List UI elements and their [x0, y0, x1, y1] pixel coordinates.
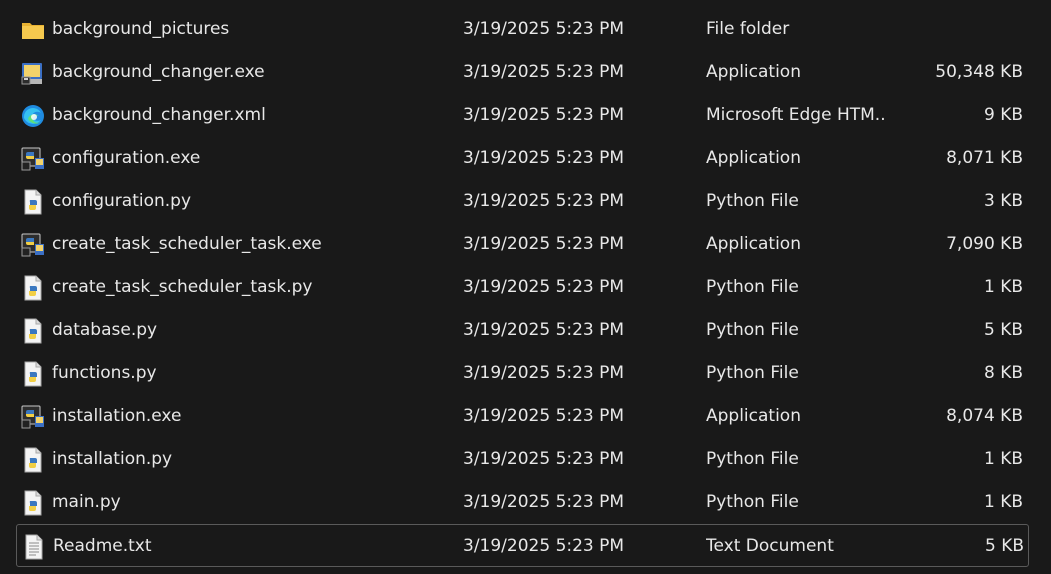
file-name-cell[interactable]: Readme.txt: [20, 525, 440, 568]
python-file-icon: [19, 446, 47, 474]
file-name: configuration.py: [52, 191, 192, 211]
file-name-cell[interactable]: installation.py: [19, 438, 439, 481]
file-row[interactable]: functions.py 3/19/2025 5:23 PM Python Fi…: [0, 352, 1051, 395]
file-name: create_task_scheduler_task.py: [52, 277, 313, 297]
date-modified: 3/19/2025 5:23 PM: [463, 62, 625, 82]
file-name: database.py: [52, 320, 158, 340]
file-row[interactable]: configuration.exe 3/19/2025 5:23 PM Appl…: [0, 137, 1051, 180]
file-type: Application: [706, 62, 801, 82]
file-name: functions.py: [52, 363, 157, 383]
file-size: 1 KB: [983, 492, 1023, 512]
date-modified: 3/19/2025 5:23 PM: [463, 277, 625, 297]
python-exe-icon: [19, 145, 47, 173]
file-size: 1 KB: [983, 277, 1023, 297]
file-type: Python File: [706, 449, 799, 469]
file-size: 8,071 KB: [946, 148, 1023, 168]
python-file-icon: [19, 274, 47, 302]
file-name-cell[interactable]: background_pictures: [19, 8, 439, 51]
file-type: Python File: [706, 191, 799, 211]
file-row[interactable]: background_changer.xml 3/19/2025 5:23 PM…: [0, 94, 1051, 137]
file-name-cell[interactable]: create_task_scheduler_task.py: [19, 266, 439, 309]
file-size: 5 KB: [984, 536, 1024, 556]
date-modified: 3/19/2025 5:23 PM: [463, 105, 625, 125]
file-row[interactable]: installation.py 3/19/2025 5:23 PM Python…: [0, 438, 1051, 481]
file-row[interactable]: background_pictures 3/19/2025 5:23 PM Fi…: [0, 8, 1051, 51]
file-name: background_changer.xml: [52, 105, 266, 125]
date-modified: 3/19/2025 5:23 PM: [463, 363, 625, 383]
file-size: 7,090 KB: [946, 234, 1023, 254]
file-row[interactable]: configuration.py 3/19/2025 5:23 PM Pytho…: [0, 180, 1051, 223]
python-file-icon: [19, 188, 47, 216]
text-file-icon: [20, 533, 48, 561]
file-size: 8,074 KB: [946, 406, 1023, 426]
date-modified: 3/19/2025 5:23 PM: [463, 148, 625, 168]
file-name: installation.py: [52, 449, 173, 469]
edge-icon: [19, 102, 47, 130]
date-modified: 3/19/2025 5:23 PM: [463, 191, 625, 211]
file-type: Text Document: [706, 536, 834, 556]
file-row[interactable]: Readme.txt 3/19/2025 5:23 PM Text Docume…: [16, 524, 1029, 567]
file-name: background_pictures: [52, 19, 230, 39]
file-name-cell[interactable]: database.py: [19, 309, 439, 352]
file-name: main.py: [52, 492, 121, 512]
file-name-cell[interactable]: functions.py: [19, 352, 439, 395]
python-exe-icon: [19, 403, 47, 431]
file-type: File folder: [706, 19, 790, 39]
date-modified: 3/19/2025 5:23 PM: [463, 19, 625, 39]
file-type: Microsoft Edge HTM...: [706, 105, 886, 125]
folder-icon: [19, 16, 47, 44]
file-name-cell[interactable]: configuration.exe: [19, 137, 439, 180]
file-type: Python File: [706, 363, 799, 383]
file-list: background_pictures 3/19/2025 5:23 PM Fi…: [0, 8, 1051, 567]
file-row[interactable]: create_task_scheduler_task.exe 3/19/2025…: [0, 223, 1051, 266]
date-modified: 3/19/2025 5:23 PM: [463, 449, 625, 469]
file-type: Application: [706, 148, 801, 168]
file-type: Python File: [706, 320, 799, 340]
python-file-icon: [19, 489, 47, 517]
file-name: installation.exe: [52, 406, 182, 426]
file-size: 50,348 KB: [935, 62, 1023, 82]
date-modified: 3/19/2025 5:23 PM: [463, 234, 625, 254]
file-row[interactable]: installation.exe 3/19/2025 5:23 PM Appli…: [0, 395, 1051, 438]
date-modified: 3/19/2025 5:23 PM: [463, 492, 625, 512]
file-name-cell[interactable]: configuration.py: [19, 180, 439, 223]
file-row[interactable]: background_changer.exe 3/19/2025 5:23 PM…: [0, 51, 1051, 94]
python-file-icon: [19, 360, 47, 388]
file-row[interactable]: create_task_scheduler_task.py 3/19/2025 …: [0, 266, 1051, 309]
file-type: Python File: [706, 492, 799, 512]
file-type: Application: [706, 406, 801, 426]
date-modified: 3/19/2025 5:23 PM: [463, 536, 625, 556]
file-name-cell[interactable]: main.py: [19, 481, 439, 524]
app-exe-icon: [19, 59, 47, 87]
file-size: 5 KB: [983, 320, 1023, 340]
date-modified: 3/19/2025 5:23 PM: [463, 320, 625, 340]
file-type: Python File: [706, 277, 799, 297]
file-row[interactable]: main.py 3/19/2025 5:23 PM Python File 1 …: [0, 481, 1051, 524]
date-modified: 3/19/2025 5:23 PM: [463, 406, 625, 426]
file-size: 3 KB: [983, 191, 1023, 211]
file-size: 9 KB: [983, 105, 1023, 125]
file-name: Readme.txt: [53, 536, 152, 556]
file-name: create_task_scheduler_task.exe: [52, 234, 322, 254]
python-exe-icon: [19, 231, 47, 259]
python-file-icon: [19, 317, 47, 345]
file-name: background_changer.exe: [52, 62, 265, 82]
file-name-cell[interactable]: create_task_scheduler_task.exe: [19, 223, 439, 266]
file-name-cell[interactable]: background_changer.exe: [19, 51, 439, 94]
file-row[interactable]: database.py 3/19/2025 5:23 PM Python Fil…: [0, 309, 1051, 352]
file-name-cell[interactable]: installation.exe: [19, 395, 439, 438]
file-name: configuration.exe: [52, 148, 201, 168]
file-name-cell[interactable]: background_changer.xml: [19, 94, 439, 137]
file-type: Application: [706, 234, 801, 254]
file-size: 1 KB: [983, 449, 1023, 469]
file-size: 8 KB: [983, 363, 1023, 383]
